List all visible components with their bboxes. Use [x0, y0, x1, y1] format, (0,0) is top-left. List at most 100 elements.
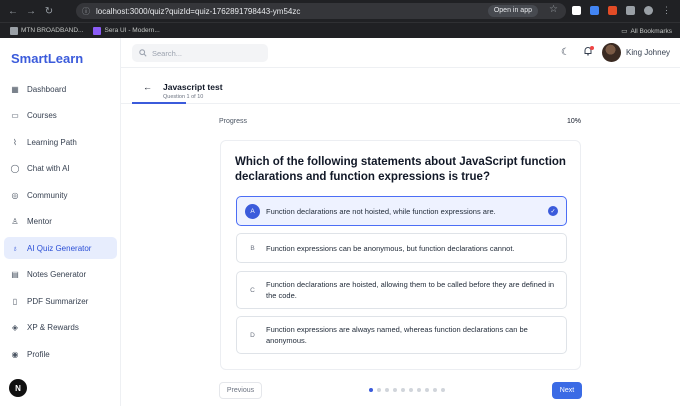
question-text: Which of the following statements about …	[235, 156, 566, 183]
browser-toolbar: ← → ↻ ⓘ localhost:3000/quiz?quizId=quiz-…	[0, 0, 680, 22]
dashboard-icon: ▦	[11, 84, 19, 94]
pagination-dot[interactable]	[433, 388, 437, 392]
forward-arrow-icon[interactable]: →	[24, 6, 38, 17]
kebab-menu-icon[interactable]: ⋮	[662, 5, 671, 16]
sidebar-item[interactable]: ⌇ Learning Path	[4, 131, 117, 153]
pagination-dot[interactable]	[409, 388, 413, 392]
extension-icon[interactable]	[590, 6, 599, 15]
checkmark-icon: ✓	[548, 206, 558, 216]
question-pagination	[369, 388, 445, 392]
answer-option[interactable]: A Function declarations are not hoisted, …	[236, 196, 567, 226]
sidebar-item[interactable]: ▤ Notes Generator	[4, 264, 117, 286]
profile-icon: ◉	[11, 349, 19, 359]
option-letter: B	[250, 244, 255, 252]
sidebar-item[interactable]: ◈ XP & Rewards	[4, 317, 117, 339]
notes-icon: ▤	[11, 270, 19, 279]
sidebar-item[interactable]: ◯ Chat with AI	[4, 158, 117, 180]
bookmark-item[interactable]: MTN BROADBAND...	[10, 26, 84, 35]
progress-label: Progress	[219, 118, 248, 125]
pagination-dot[interactable]	[401, 388, 405, 392]
sidebar-item[interactable]: ♁ AI Quiz Generator	[4, 237, 117, 259]
path-icon: ⌇	[13, 137, 17, 147]
option-text: Function expressions can be anonymous, b…	[266, 243, 515, 253]
question-counter: Question 1 of 10	[163, 94, 204, 100]
folder-icon: ▭	[621, 28, 628, 35]
pagination-dot[interactable]	[377, 388, 381, 392]
top-bar: Search... ☾ King Johney	[121, 38, 680, 68]
answer-option[interactable]: B Function expressions can be anonymous, …	[236, 233, 567, 263]
user-avatar[interactable]	[602, 43, 621, 62]
sidebar-item-label: Dashboard	[27, 84, 67, 94]
app-logo[interactable]: SmartLearn	[11, 51, 83, 66]
search-placeholder: Search...	[152, 48, 183, 58]
address-bar[interactable]: ⓘ localhost:3000/quiz?quizId=quiz-176289…	[76, 3, 566, 19]
question-card: Which of the following statements about …	[220, 140, 581, 370]
quiz-title: Javascript test	[163, 82, 223, 92]
back-arrow-icon[interactable]: ←	[6, 6, 20, 17]
answer-option[interactable]: C Function declarations are hoisted, allo…	[236, 271, 567, 309]
chat-icon: ◯	[10, 164, 20, 173]
bookmark-favicon-icon	[93, 26, 102, 35]
sidebar-item[interactable]: ▯ PDF Summarizer	[4, 290, 117, 312]
pagination-dot[interactable]	[393, 388, 397, 392]
mentor-icon: ♙	[11, 217, 19, 226]
bookmark-item[interactable]: Sera UI - Modern...	[93, 26, 160, 35]
extension-icons: ⋮	[572, 5, 671, 16]
sidebar-item-label: Notes Generator	[27, 270, 87, 279]
extension-icon[interactable]	[572, 6, 581, 15]
site-info-icon[interactable]: ⓘ	[82, 6, 90, 17]
open-in-app-button[interactable]: Open in app	[487, 5, 538, 17]
lightbulb-icon: ♁	[12, 243, 18, 253]
all-bookmarks-label: All Bookmarks	[630, 27, 672, 35]
bookmark-star-icon[interactable]: ☆	[549, 4, 558, 15]
pagination-dot[interactable]	[425, 388, 429, 392]
option-text: Function declarations are hoisted, allow…	[266, 280, 555, 300]
book-icon: ▭	[11, 111, 19, 120]
pagination-dot[interactable]	[417, 388, 421, 392]
next-button[interactable]: Next	[552, 382, 582, 399]
user-name[interactable]: King Johney	[626, 48, 670, 57]
bookmarks-bar: MTN BROADBAND... Sera UI - Modern... ▭ A…	[0, 22, 680, 38]
option-letter: D	[250, 331, 255, 339]
search-input[interactable]: Search...	[132, 44, 268, 62]
quiz-header: ← Javascript test Question 1 of 10	[121, 68, 680, 104]
bookmark-label: MTN BROADBAND...	[21, 27, 84, 34]
option-text: Function declarations are not hoisted, w…	[266, 206, 496, 216]
all-bookmarks[interactable]: ▭ All Bookmarks	[621, 27, 672, 36]
option-letter: A	[245, 203, 260, 219]
sidebar-item-label: Courses	[27, 111, 57, 120]
sidebar-item[interactable]: ◎ Community	[4, 184, 117, 206]
avatar[interactable]: N	[9, 379, 27, 397]
sidebar-item[interactable]: ▦ Dashboard	[4, 78, 117, 100]
extension-icon[interactable]	[608, 6, 617, 15]
option-letter: C	[250, 286, 255, 294]
sidebar: SmartLearn ▦ Dashboard ▭ Courses ⌇ Learning P…	[0, 38, 121, 406]
moon-icon[interactable]: ☾	[561, 47, 570, 58]
answer-option[interactable]: D Function expressions are always named, …	[236, 316, 567, 354]
profile-icon[interactable]	[644, 6, 653, 15]
sidebar-item[interactable]: ▭ Courses	[4, 105, 117, 127]
bookmark-label: Sera UI - Modern...	[104, 27, 160, 34]
browser-chrome: ← → ↻ ⓘ localhost:3000/quiz?quizId=quiz-…	[0, 0, 680, 38]
reload-icon[interactable]: ↻	[42, 6, 56, 17]
sidebar-item-label: PDF Summarizer	[27, 296, 89, 306]
url-text: localhost:3000/quiz?quizId=quiz-17628917…	[96, 6, 301, 16]
community-icon: ◎	[11, 190, 19, 200]
sidebar-item[interactable]: ♙ Mentor	[4, 211, 117, 233]
back-arrow-icon[interactable]: ←	[143, 82, 152, 92]
sidebar-item-label: Learning Path	[27, 137, 77, 147]
rewards-icon: ◈	[11, 323, 19, 332]
pagination-dot[interactable]	[369, 388, 373, 392]
search-icon	[139, 49, 147, 57]
bookmark-favicon-icon	[10, 26, 18, 35]
pagination-dot[interactable]	[441, 388, 445, 392]
sidebar-item-label: Mentor	[27, 217, 52, 226]
extensions-puzzle-icon[interactable]	[626, 6, 635, 15]
sidebar-item-label: Chat with AI	[27, 164, 70, 173]
sidebar-item-label: Profile	[27, 349, 50, 359]
sidebar-item[interactable]: ◉ Profile	[4, 343, 117, 365]
pagination-dot[interactable]	[385, 388, 389, 392]
previous-button[interactable]: Previous	[219, 382, 262, 399]
notification-dot	[590, 46, 594, 50]
pdf-icon: ▯	[12, 296, 18, 306]
